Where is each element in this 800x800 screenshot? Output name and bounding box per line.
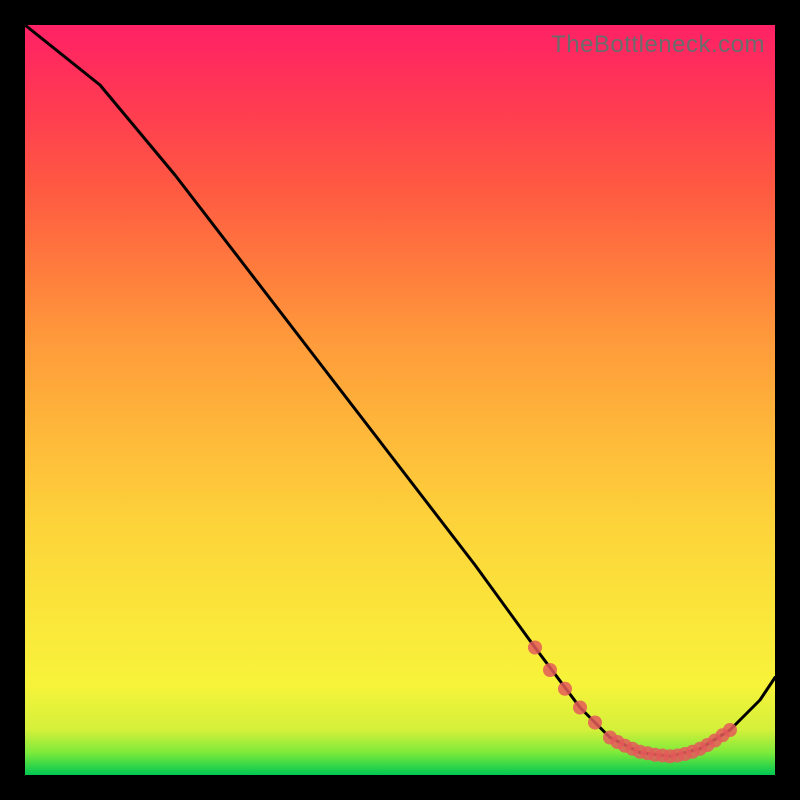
plot-area: TheBottleneck.com [25, 25, 775, 775]
chart-frame: TheBottleneck.com [0, 0, 800, 800]
curve-layer [25, 25, 775, 775]
bottleneck-curve [25, 25, 775, 756]
highlight-dots [528, 641, 737, 764]
